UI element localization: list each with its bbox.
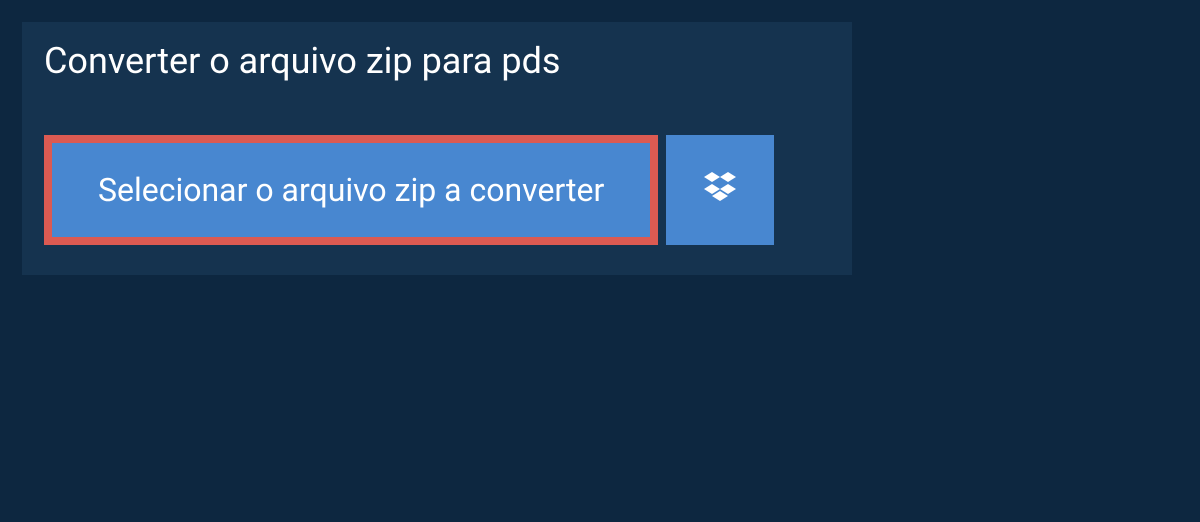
title-wrapper: Converter o arquivo zip para pds	[22, 22, 662, 100]
converter-panel: Converter o arquivo zip para pds Selecio…	[22, 22, 852, 275]
dropbox-button[interactable]	[666, 135, 774, 245]
dropbox-icon	[700, 168, 740, 212]
button-row: Selecionar o arquivo zip a converter	[44, 135, 852, 245]
select-file-button[interactable]: Selecionar o arquivo zip a converter	[44, 135, 658, 245]
page-title: Converter o arquivo zip para pds	[44, 40, 617, 82]
